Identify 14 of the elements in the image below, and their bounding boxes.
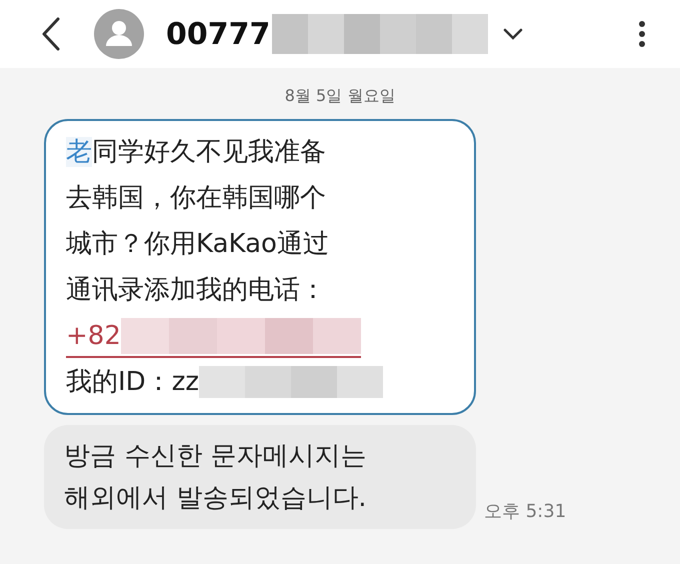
date-label: 8월 5일 월요일 bbox=[284, 86, 396, 107]
chevron-down-icon[interactable] bbox=[502, 27, 524, 41]
message-line: 老同学好久不见我准备 bbox=[66, 136, 327, 169]
message-line: 해외에서 발송되었습니다. bbox=[64, 482, 368, 515]
message-line: 방금 수신한 문자메시지는 bbox=[64, 440, 368, 473]
phone-link[interactable]: +82 bbox=[66, 316, 361, 358]
message-line: 城市？你用KaKao通过 bbox=[66, 228, 330, 261]
message-line: 我的ID：zz bbox=[66, 366, 199, 399]
contact-number: 00777 bbox=[166, 16, 270, 52]
menu-icon[interactable] bbox=[638, 20, 646, 48]
avatar-icon bbox=[94, 9, 144, 59]
message-line: 通讯录添加我的电话： bbox=[66, 274, 327, 307]
message-time: 오후 5:31 bbox=[484, 500, 566, 523]
message-line: 去韩国，你在韩国哪个 bbox=[66, 182, 327, 215]
